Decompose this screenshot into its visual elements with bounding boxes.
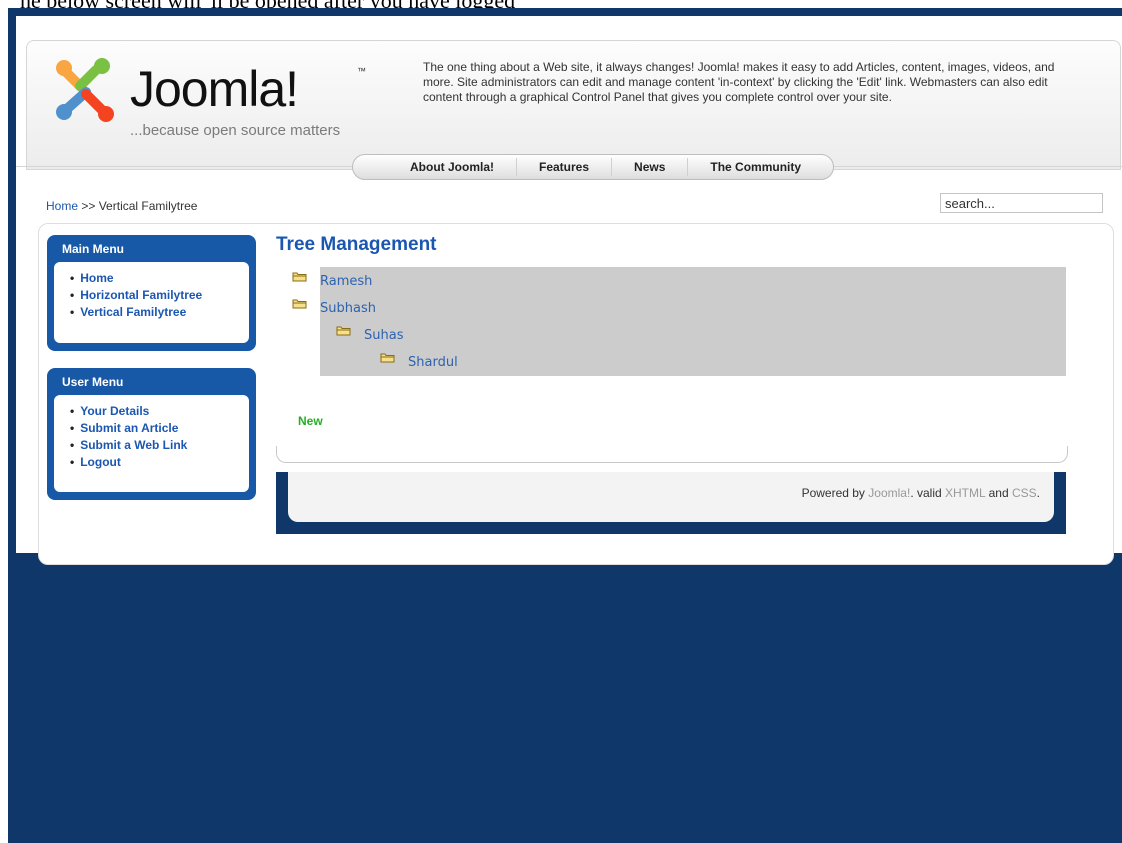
user-menu-item-your-details[interactable]: Your Details <box>72 403 249 420</box>
user-menu-item-submit-web-link[interactable]: Submit a Web Link <box>72 437 249 454</box>
footer-valid-text: . valid <box>910 486 942 500</box>
tree-node-subhash[interactable]: Subhash <box>320 301 376 316</box>
header-intro-text: The one thing about a Web site, it alway… <box>423 60 1055 104</box>
tree-node-ramesh[interactable]: Ramesh <box>320 274 372 289</box>
page-title: Tree Management <box>276 234 437 255</box>
user-menu-module: User Menu Your Details Submit an Article… <box>47 368 256 500</box>
folder-icon[interactable] <box>336 325 351 336</box>
main-menu-item-horizontal-familytree[interactable]: Horizontal Familytree <box>72 287 249 304</box>
footer-powered-by: Powered by <box>801 486 865 500</box>
joomla-logo[interactable]: Joomla! ™ ...because open source matters <box>52 54 382 146</box>
breadcrumb: Home >> Vertical Familytree <box>46 199 197 213</box>
site-page: Joomla! ™ ...because open source matters… <box>16 16 1122 565</box>
footer-text: Powered by Joomla!. valid XHTML and CSS. <box>802 486 1040 500</box>
footer-css-link[interactable]: CSS <box>1012 486 1037 500</box>
user-menu-title: User Menu <box>62 375 124 389</box>
footer-end-text: . <box>1036 486 1040 500</box>
footer-and-text: and <box>988 486 1009 500</box>
logo-trademark: ™ <box>357 66 366 76</box>
main-menu-module: Main Menu Home Horizontal Familytree Ver… <box>47 235 256 351</box>
breadcrumb-current: Vertical Familytree <box>98 199 198 213</box>
user-menu-item-logout[interactable]: Logout <box>72 454 249 471</box>
footer: Powered by Joomla!. valid XHTML and CSS. <box>276 472 1066 534</box>
top-navigation: About Joomla! Features News The Communit… <box>352 154 834 180</box>
folder-icon[interactable] <box>380 352 395 363</box>
breadcrumb-home-link[interactable]: Home <box>46 199 78 213</box>
nav-about-joomla[interactable]: About Joomla! <box>388 158 517 176</box>
main-menu-body: Home Horizontal Familytree Vertical Fami… <box>54 262 249 343</box>
page-frame: Joomla! ™ ...because open source matters… <box>8 8 1122 843</box>
joomla-logo-icon <box>56 58 114 122</box>
search-input[interactable] <box>940 193 1103 213</box>
footer-panel: Powered by Joomla!. valid XHTML and CSS. <box>288 472 1054 522</box>
tree-node-shardul[interactable]: Shardul <box>408 355 458 370</box>
main-menu-item-vertical-familytree[interactable]: Vertical Familytree <box>72 304 249 321</box>
folder-icon[interactable] <box>292 271 307 282</box>
breadcrumb-separator: >> <box>81 199 96 213</box>
main-menu-title: Main Menu <box>62 242 124 256</box>
new-button[interactable]: New <box>298 414 323 428</box>
user-menu-item-submit-article[interactable]: Submit an Article <box>72 420 249 437</box>
main-panel-bottom <box>276 446 1068 463</box>
nav-the-community[interactable]: The Community <box>688 158 823 176</box>
tree-node-suhas[interactable]: Suhas <box>364 328 403 343</box>
footer-joomla-link[interactable]: Joomla! <box>868 486 910 500</box>
logo-wordmark: Joomla! <box>130 61 299 117</box>
logo-tagline: ...because open source matters <box>130 122 341 139</box>
user-menu-body: Your Details Submit an Article Submit a … <box>54 395 249 492</box>
main-menu-item-home[interactable]: Home <box>72 270 249 287</box>
nav-features[interactable]: Features <box>517 158 613 176</box>
footer-xhtml-link[interactable]: XHTML <box>945 486 985 500</box>
nav-news[interactable]: News <box>612 158 689 176</box>
folder-icon[interactable] <box>292 298 307 309</box>
